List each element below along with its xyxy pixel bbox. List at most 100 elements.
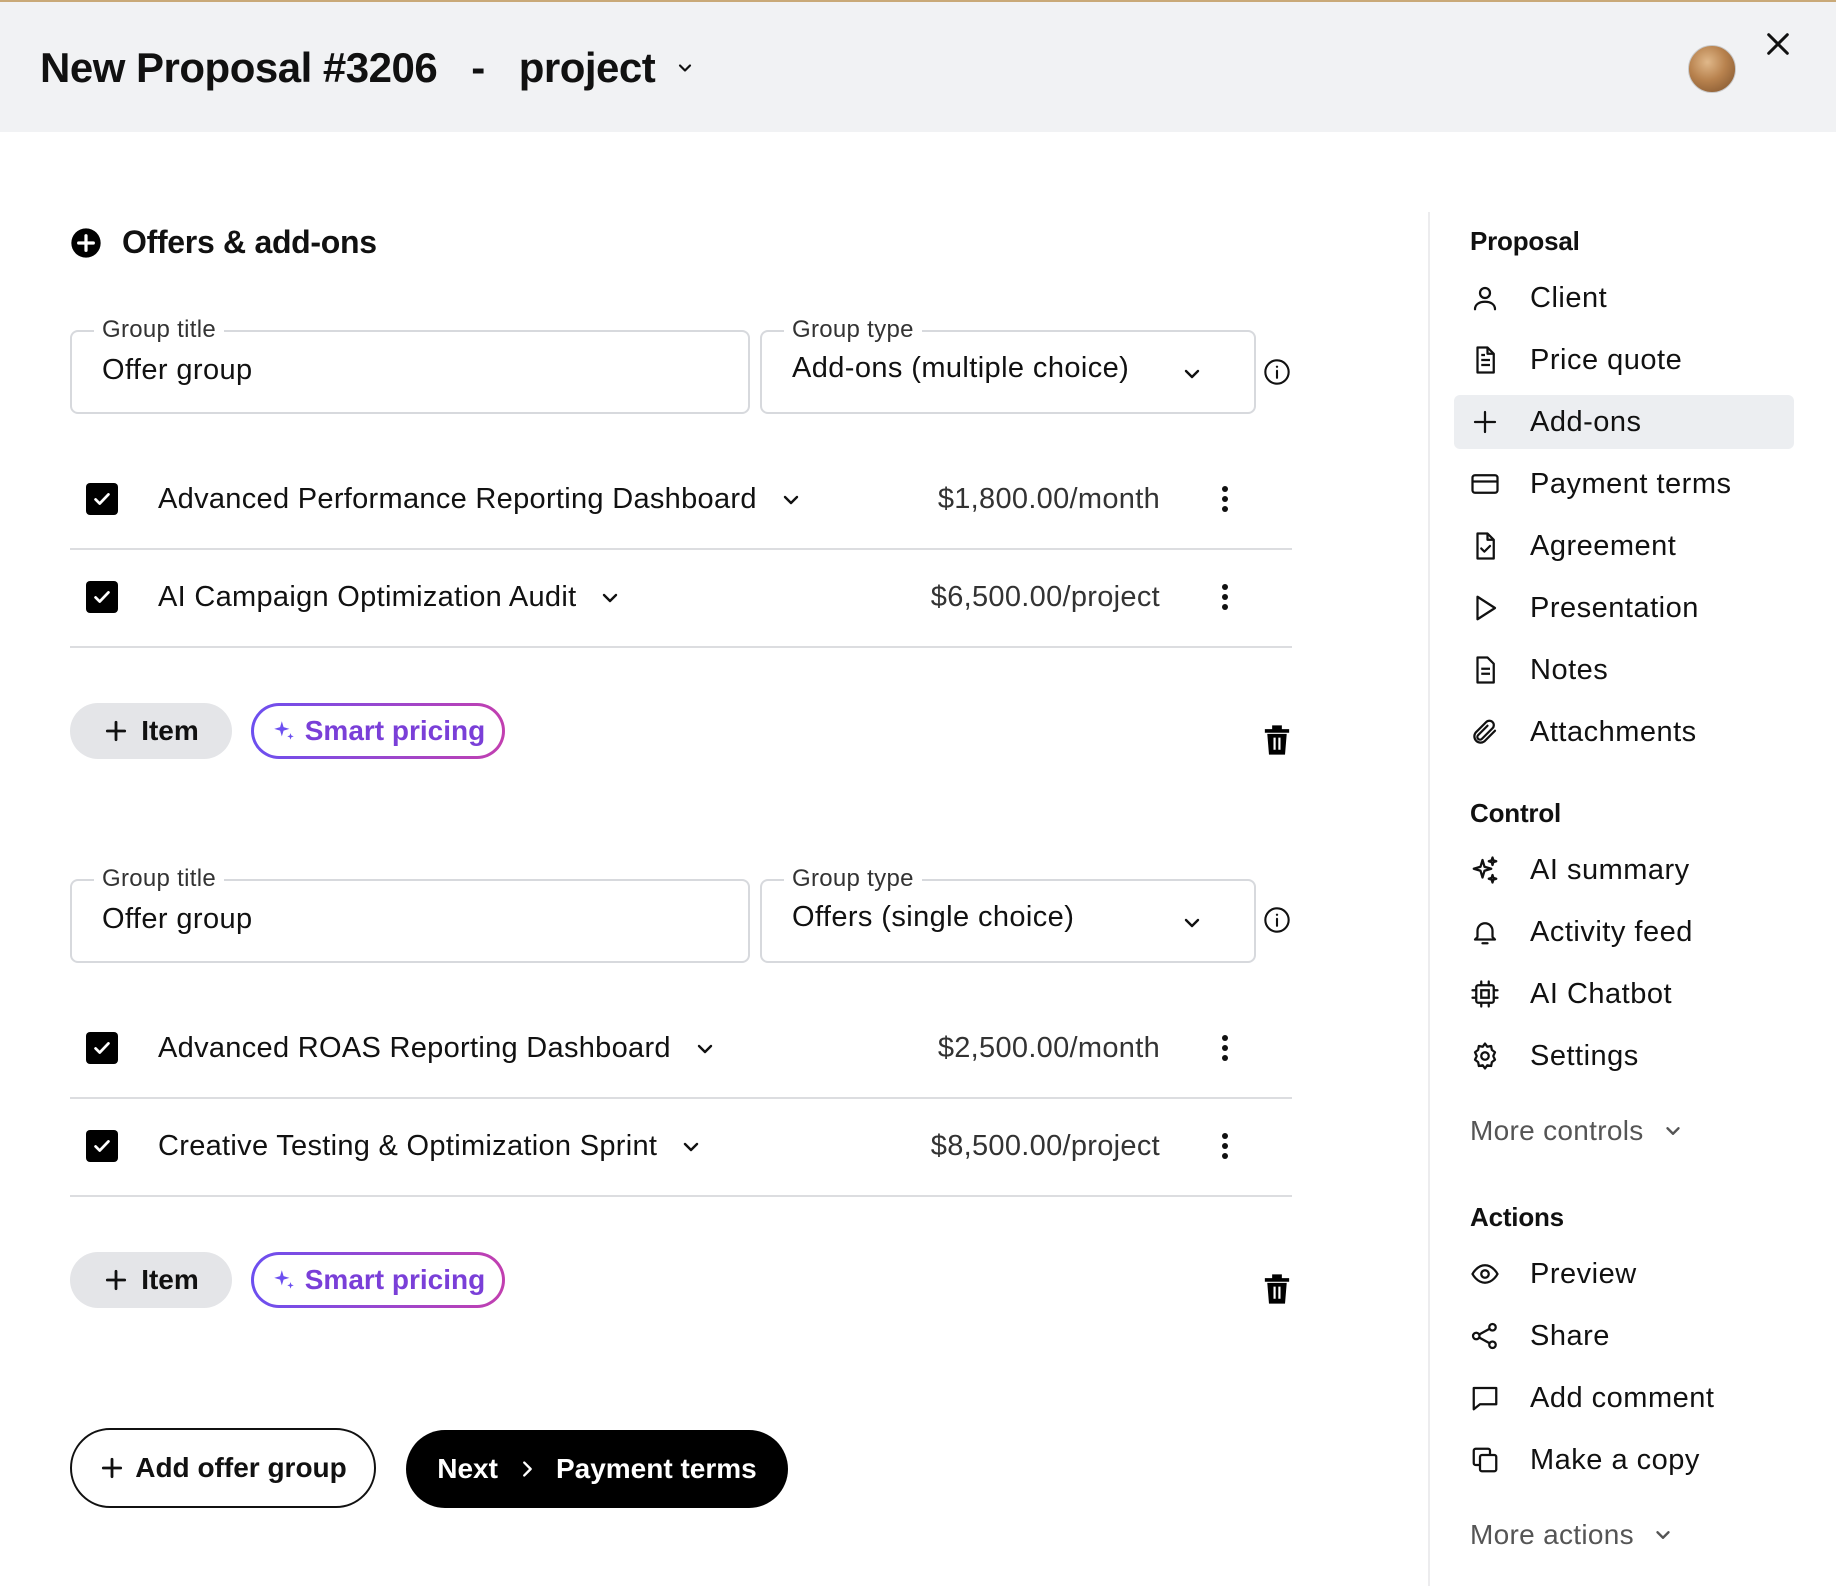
sidebar-item-share[interactable]: Share bbox=[1454, 1309, 1794, 1363]
more-options-icon[interactable] bbox=[1220, 1033, 1230, 1063]
sidebar-item-notes[interactable]: Notes bbox=[1454, 643, 1794, 697]
sidebar-item-price-quote[interactable]: Price quote bbox=[1454, 333, 1794, 387]
sidebar-divider bbox=[1428, 212, 1430, 1586]
item-price: $1,800.00/month bbox=[937, 483, 1160, 515]
sidebar-item-presentation[interactable]: Presentation bbox=[1454, 581, 1794, 635]
sidebar-item-client[interactable]: Client bbox=[1454, 271, 1794, 325]
chevron-down-icon bbox=[598, 586, 622, 610]
chip-icon bbox=[1470, 979, 1500, 1009]
item-price: $8,500.00/project bbox=[930, 1130, 1160, 1162]
sidebar-item-label: Payment terms bbox=[1530, 467, 1732, 500]
sidebar-item-label: Price quote bbox=[1530, 343, 1683, 376]
sidebar-item-preview[interactable]: Preview bbox=[1454, 1247, 1794, 1301]
item-name-toggle[interactable]: Creative Testing & Optimization Sprint bbox=[158, 1130, 703, 1163]
sidebar-item-agreement[interactable]: Agreement bbox=[1454, 519, 1794, 573]
sidebar-item-label: Agreement bbox=[1530, 529, 1677, 562]
proposal-name: New Proposal #3206 bbox=[40, 44, 438, 91]
group-type-label: Group type bbox=[784, 316, 922, 344]
sidebar-item-ai-chatbot[interactable]: AI Chatbot bbox=[1454, 967, 1794, 1021]
sidebar-item-label: Notes bbox=[1530, 653, 1609, 686]
item-name-toggle[interactable]: AI Campaign Optimization Audit bbox=[158, 581, 622, 614]
plus-icon bbox=[1470, 407, 1500, 437]
sidebar-item-label: Share bbox=[1530, 1319, 1610, 1352]
table-row: AI Campaign Optimization Audit $6,500.00… bbox=[70, 550, 1292, 648]
sidebar-heading-proposal: Proposal bbox=[1470, 226, 1580, 256]
item-name: AI Campaign Optimization Audit bbox=[158, 581, 577, 613]
group-type-value: Offers (single choice) bbox=[792, 901, 1075, 933]
item-name: Advanced Performance Reporting Dashboard bbox=[158, 483, 757, 515]
item-name-toggle[interactable]: Advanced Performance Reporting Dashboard bbox=[158, 483, 803, 516]
group-title-field[interactable]: Group title Offer group bbox=[70, 865, 750, 963]
sidebar-item-ai-summary[interactable]: AI summary bbox=[1454, 843, 1794, 897]
sidebar-item-label: Preview bbox=[1530, 1257, 1637, 1290]
sidebar-item-label: AI Chatbot bbox=[1530, 977, 1673, 1010]
share-icon bbox=[1470, 1321, 1500, 1351]
item-checkbox[interactable] bbox=[86, 581, 118, 613]
sidebar-item-payment-terms[interactable]: Payment terms bbox=[1454, 457, 1794, 511]
smart-pricing-label: Smart pricing bbox=[304, 715, 486, 746]
group-title-value: Offer group bbox=[102, 903, 253, 935]
info-icon[interactable] bbox=[1263, 358, 1291, 386]
sidebar-item-label: Activity feed bbox=[1530, 915, 1693, 948]
add-offer-group-button[interactable]: Add offer group bbox=[70, 1428, 376, 1508]
sidebar-heading-actions: Actions bbox=[1470, 1202, 1564, 1232]
table-row: Advanced Performance Reporting Dashboard… bbox=[70, 452, 1292, 550]
next-button[interactable]: Next Payment terms bbox=[406, 1430, 788, 1508]
title-separator: - bbox=[471, 44, 485, 91]
chevron-down-icon bbox=[675, 58, 695, 78]
group-title-field[interactable]: Group title Offer group bbox=[70, 316, 750, 414]
sidebar-item-label: AI summary bbox=[1530, 853, 1690, 886]
info-icon[interactable] bbox=[1263, 906, 1291, 934]
sidebar-item-label: Add-ons bbox=[1530, 405, 1642, 438]
item-checkbox[interactable] bbox=[86, 483, 118, 515]
group-type-select[interactable]: Group type Offers (single choice) bbox=[760, 865, 1256, 963]
more-controls-toggle[interactable]: More controls bbox=[1470, 1115, 1684, 1147]
avatar[interactable] bbox=[1688, 45, 1736, 93]
document-icon bbox=[1470, 345, 1500, 375]
sidebar-item-attachments[interactable]: Attachments bbox=[1454, 705, 1794, 759]
chevron-down-icon bbox=[679, 1135, 703, 1159]
add-item-button[interactable]: Item bbox=[70, 1252, 232, 1308]
proposal-type-dropdown[interactable]: project bbox=[519, 44, 696, 92]
sidebar-item-add-comment[interactable]: Add comment bbox=[1454, 1371, 1794, 1425]
section-header: Offers & add-ons bbox=[70, 224, 377, 261]
user-icon bbox=[1470, 283, 1500, 313]
smart-pricing-button[interactable]: Smart pricing bbox=[251, 1252, 505, 1308]
group-type-select[interactable]: Group type Add-ons (multiple choice) bbox=[760, 316, 1256, 414]
more-options-icon[interactable] bbox=[1220, 1131, 1230, 1161]
item-name: Advanced ROAS Reporting Dashboard bbox=[158, 1032, 671, 1064]
proposal-title: New Proposal #3206 - project bbox=[40, 44, 695, 92]
notes-icon bbox=[1470, 655, 1500, 685]
add-item-button[interactable]: Item bbox=[70, 703, 232, 759]
sidebar-item-settings[interactable]: Settings bbox=[1454, 1029, 1794, 1083]
chevron-down-icon bbox=[693, 1037, 717, 1061]
chevron-down-icon bbox=[1662, 1120, 1684, 1142]
smart-pricing-button[interactable]: Smart pricing bbox=[251, 703, 505, 759]
plus-circle-icon[interactable] bbox=[70, 227, 102, 259]
table-row: Creative Testing & Optimization Sprint $… bbox=[70, 1099, 1292, 1197]
item-checkbox[interactable] bbox=[86, 1032, 118, 1064]
sidebar-item-make-a-copy[interactable]: Make a copy bbox=[1454, 1433, 1794, 1487]
chevron-right-icon bbox=[516, 1458, 538, 1480]
item-checkbox[interactable] bbox=[86, 1130, 118, 1162]
more-options-icon[interactable] bbox=[1220, 582, 1230, 612]
next-target-label: Payment terms bbox=[555, 1453, 757, 1484]
section-title: Offers & add-ons bbox=[122, 224, 377, 260]
trash-icon[interactable] bbox=[1262, 1272, 1292, 1306]
comment-icon bbox=[1470, 1383, 1500, 1413]
more-controls-label: More controls bbox=[1470, 1115, 1644, 1146]
item-name-toggle[interactable]: Advanced ROAS Reporting Dashboard bbox=[158, 1032, 717, 1065]
sidebar-heading-control: Control bbox=[1470, 798, 1562, 828]
top-bar: New Proposal #3206 - project bbox=[0, 0, 1836, 132]
item-name: Creative Testing & Optimization Sprint bbox=[158, 1130, 658, 1162]
sidebar-item-activity-feed[interactable]: Activity feed bbox=[1454, 905, 1794, 959]
close-icon[interactable] bbox=[1762, 28, 1794, 60]
trash-icon[interactable] bbox=[1262, 723, 1292, 757]
sidebar-item-label: Presentation bbox=[1530, 591, 1699, 624]
sidebar-item-add-ons[interactable]: Add-ons bbox=[1454, 395, 1794, 449]
more-actions-toggle[interactable]: More actions bbox=[1470, 1519, 1674, 1551]
more-options-icon[interactable] bbox=[1220, 484, 1230, 514]
sidebar-item-label: Attachments bbox=[1530, 715, 1697, 748]
plus-icon bbox=[103, 1267, 129, 1293]
paperclip-icon bbox=[1470, 717, 1500, 747]
